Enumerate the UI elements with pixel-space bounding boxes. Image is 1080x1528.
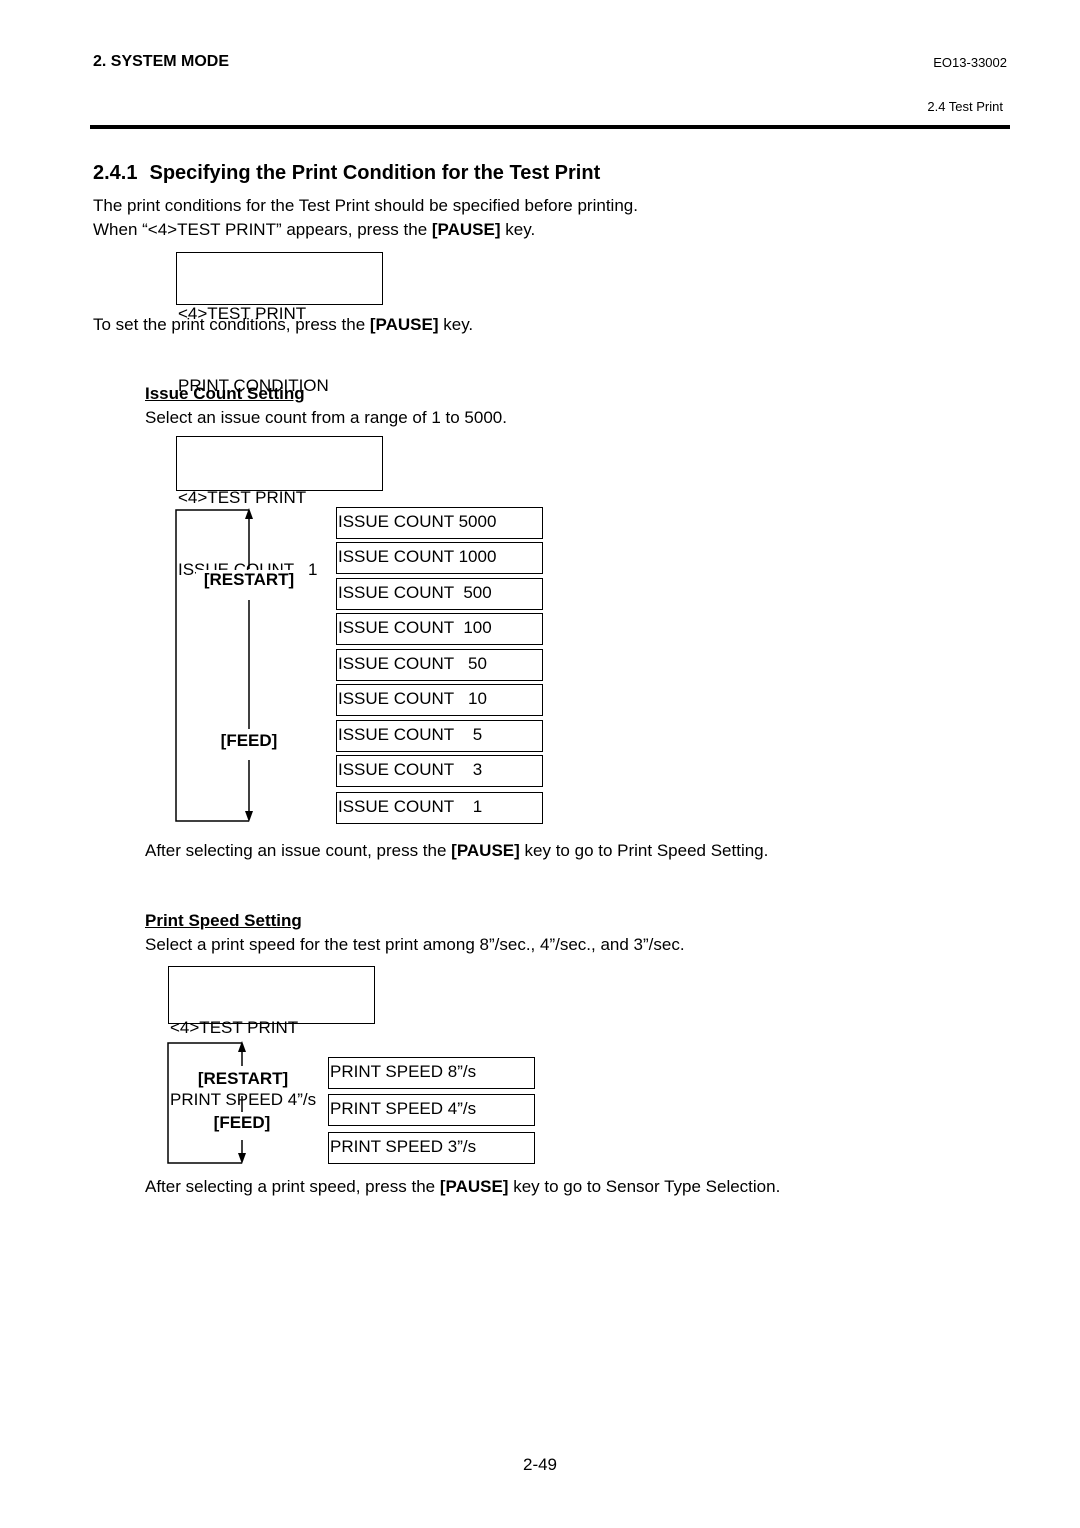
print-speed-option: PRINT SPEED 3”/s	[328, 1132, 535, 1164]
print-speed-description: Select a print speed for the test print …	[145, 935, 685, 954]
pause-key-label: [PAUSE]	[439, 1177, 509, 1196]
issue-count-option: ISSUE COUNT 1	[336, 792, 543, 824]
issue-count-option: ISSUE COUNT 50	[336, 649, 543, 681]
issue-count-option: ISSUE COUNT 10	[336, 684, 543, 716]
speed-restart-key-label: [RESTART]	[190, 1069, 296, 1089]
issue-count-option: ISSUE COUNT 100	[336, 613, 543, 645]
page-number: 2-49	[522, 1455, 558, 1474]
issue-count-loop-lines	[175, 509, 250, 822]
issue-count-option: ISSUE COUNT 1000	[336, 542, 543, 574]
issue-count-after-text: After selecting an issue count, press th…	[145, 839, 768, 863]
issue-count-option: ISSUE COUNT 5000	[336, 507, 543, 539]
pause-key-label: [PAUSE]	[451, 841, 520, 860]
print-speed-after-text: After selecting a print speed, press the…	[145, 1175, 780, 1199]
issue-count-option: ISSUE COUNT 500	[336, 578, 543, 610]
issue-count-option: ISSUE COUNT 5	[336, 720, 543, 752]
print-speed-option: PRINT SPEED 8”/s	[328, 1057, 535, 1089]
issue-count-option: ISSUE COUNT 3	[336, 755, 543, 787]
restart-key-label: [RESTART]	[196, 570, 302, 590]
lcd-line-1: <4>TEST PRINT	[170, 1018, 299, 1037]
after-text: After selecting an issue count, press th…	[145, 841, 452, 860]
print-speed-option: PRINT SPEED 4”/s	[328, 1094, 535, 1126]
loop-bracket	[175, 509, 249, 822]
print-speed-heading: Print Speed Setting	[145, 911, 302, 930]
feed-key-label: [FEED]	[210, 731, 288, 751]
after-text: After selecting a print speed, press the	[145, 1177, 440, 1196]
after-text-end: key to go to Print Speed Setting.	[519, 841, 769, 860]
speed-feed-key-label: [FEED]	[204, 1113, 280, 1133]
after-text-end: key to go to Sensor Type Selection.	[508, 1177, 781, 1196]
lcd-print-speed: <4>TEST PRINT PRINT SPEED 4”/s	[168, 966, 375, 1109]
